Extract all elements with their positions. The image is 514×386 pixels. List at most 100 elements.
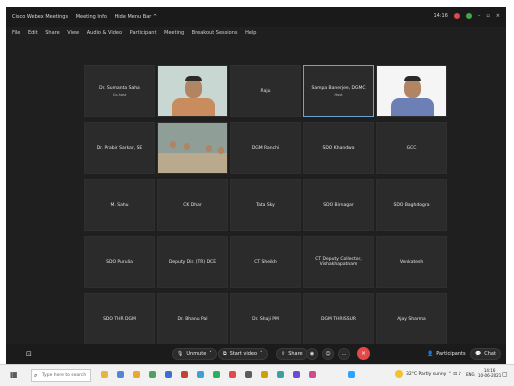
menu-participant[interactable]: Participant <box>130 30 157 36</box>
participant-tile[interactable]: Dr. Sumanta Saha Co-host <box>84 65 155 117</box>
participant-tile[interactable]: SDO THR DGM <box>84 293 155 345</box>
menu-breakout[interactable]: Breakout Sessions <box>192 30 238 36</box>
participant-name: Dr. Bhanu Pal <box>177 316 208 322</box>
webex-window: Cisco Webex Meetings Meeting Info Hide M… <box>6 7 506 364</box>
participant-name: SDO Birnagar <box>323 202 354 208</box>
chat-button[interactable]: 💬 Chat <box>470 348 501 360</box>
app-icon-2[interactable] <box>117 371 124 378</box>
menu-help[interactable]: Help <box>245 30 256 36</box>
layout-icon[interactable]: ⊡ <box>26 350 32 358</box>
app-icon-6[interactable] <box>181 371 188 378</box>
participant-name: Raju <box>260 88 271 94</box>
participant-tile[interactable]: SDO Purulia <box>84 236 155 288</box>
more-button[interactable]: … <box>338 348 350 360</box>
menu-edit[interactable]: Edit <box>28 30 38 36</box>
meeting-info-button[interactable]: Meeting Info <box>76 14 107 20</box>
participant-name: SDO Baghdogra <box>393 202 430 208</box>
record-button[interactable]: ◉ <box>306 348 318 360</box>
camera-icon: ⧉ <box>223 351 227 357</box>
app-icon-5[interactable] <box>165 371 172 378</box>
video-grid: Dr. Sumanta Saha Co-host Raju Sampa Banerje… <box>84 65 449 347</box>
notification-icon[interactable]: ▢ <box>502 371 508 378</box>
participant-tile[interactable]: Dr. Bhanu Pal <box>157 293 228 345</box>
participant-name: SDO Purulia <box>106 259 133 265</box>
title-bar: Cisco Webex Meetings Meeting Info Hide M… <box>6 7 506 27</box>
taskbar-search[interactable]: ⌕ Type here to search <box>31 369 91 382</box>
taskbar: ▦ ⌕ Type here to search 32°C Partly sunn… <box>0 364 514 386</box>
app-icon-3[interactable] <box>133 371 140 378</box>
participant-tile[interactable]: SDO Baghdogra <box>376 179 447 231</box>
time-text: 14:16 <box>433 13 448 19</box>
app-icon-10[interactable] <box>245 371 252 378</box>
search-placeholder: Type here to search <box>42 373 87 378</box>
participant-name: SDO THR DGM <box>103 316 136 322</box>
app-title: Cisco Webex Meetings <box>12 14 69 20</box>
participant-tile[interactable]: Deputy Dir. (TR) DCE <box>157 236 228 288</box>
participants-button[interactable]: 👤 Participants <box>423 348 470 360</box>
unmute-button[interactable]: 🎙 Unmute ˅ <box>172 348 217 360</box>
participant-tile[interactable]: DGM THRISSUR <box>303 293 374 345</box>
participant-tile[interactable]: Ajay Sharma <box>376 293 447 345</box>
reactions-button[interactable]: ☺ <box>322 348 334 360</box>
hide-menu-button[interactable]: Hide Menu Bar ^ <box>115 14 158 20</box>
participants-icon: 👤 <box>427 351 434 357</box>
leave-meeting-button[interactable]: × <box>357 347 370 360</box>
app-icon-11[interactable] <box>261 371 268 378</box>
share-icon: ⇪ <box>281 351 286 357</box>
participant-name: Dr. Sumanta Saha <box>99 85 140 91</box>
app-icon-8[interactable] <box>213 371 220 378</box>
minimize-icon[interactable]: – <box>478 13 481 19</box>
participant-tile[interactable]: Venkatesh <box>376 236 447 288</box>
app-icon-14[interactable] <box>309 371 316 378</box>
participant-tile[interactable] <box>157 122 228 174</box>
record-icon: ◉ <box>309 351 315 357</box>
participant-tile[interactable]: Sampa Banerjee, DGMC Host <box>303 65 374 117</box>
restore-icon[interactable]: ▫ <box>486 13 489 19</box>
clock-date: 10-06-2021 <box>478 373 502 378</box>
menu-meeting[interactable]: Meeting <box>164 30 184 36</box>
participant-tile[interactable]: SDO Birnagar <box>303 179 374 231</box>
menu-bar: File Edit Share View Audio & Video Parti… <box>6 27 506 39</box>
start-icon[interactable]: ▦ <box>10 370 18 379</box>
participant-tile[interactable]: CT Deputy Collector, Vishakhapatnam <box>303 236 374 288</box>
app-icon-1[interactable] <box>101 371 108 378</box>
participant-tile[interactable] <box>157 65 228 117</box>
app-icon-13[interactable] <box>293 371 300 378</box>
participant-tile[interactable]: Dr. Prabir Sarkar, SE <box>84 122 155 174</box>
participant-tile[interactable]: DGM Ranchi <box>230 122 301 174</box>
share-button[interactable]: ⇪ Share <box>276 348 308 360</box>
participant-tile[interactable]: M. Sahu <box>84 179 155 231</box>
participant-tile[interactable]: GCC <box>376 122 447 174</box>
close-icon[interactable]: × <box>496 13 500 19</box>
participant-tile[interactable]: Tata Sky <box>230 179 301 231</box>
participant-name: M. Sahu <box>110 202 129 208</box>
menu-audio-video[interactable]: Audio & Video <box>87 30 122 36</box>
weather-text: 32°C Partly sunny <box>406 372 447 377</box>
menu-share[interactable]: Share <box>45 30 59 36</box>
app-icon-12[interactable] <box>277 371 284 378</box>
participant-tile[interactable]: Raju <box>230 65 301 117</box>
menu-view[interactable]: View <box>67 30 79 36</box>
participant-name: DGM THRISSUR <box>321 316 356 322</box>
participant-tile[interactable]: CK Dhar <box>157 179 228 231</box>
clock[interactable]: 14:16 10-06-2021 <box>478 368 501 378</box>
participant-name: CT Deputy Collector, Vishakhapatnam <box>315 257 362 267</box>
participant-role: Co-host <box>112 92 127 97</box>
participant-tile[interactable]: Dr. Shaji PM <box>230 293 301 345</box>
participant-name: Venkatesh <box>399 259 424 265</box>
participant-tile[interactable]: CT Sheikh <box>230 236 301 288</box>
participant-tile[interactable] <box>376 65 447 117</box>
participant-name: CK Dhar <box>183 202 202 208</box>
participant-name: Deputy Dir. (TR) DCE <box>168 259 217 265</box>
start-video-button[interactable]: ⧉ Start video ˅ <box>218 348 268 360</box>
smiley-icon: ☺ <box>325 351 331 357</box>
more-icon: … <box>341 351 347 357</box>
app-icon-9[interactable] <box>229 371 236 378</box>
app-icon-7[interactable] <box>197 371 204 378</box>
menu-file[interactable]: File <box>12 30 20 36</box>
webex-icon[interactable] <box>348 371 355 378</box>
participant-name: Dr. Prabir Sarkar, SE <box>96 145 143 151</box>
participant-tile[interactable]: SDO Khandwa <box>303 122 374 174</box>
app-icon-4[interactable] <box>149 371 156 378</box>
participant-name: GCC <box>406 145 417 151</box>
